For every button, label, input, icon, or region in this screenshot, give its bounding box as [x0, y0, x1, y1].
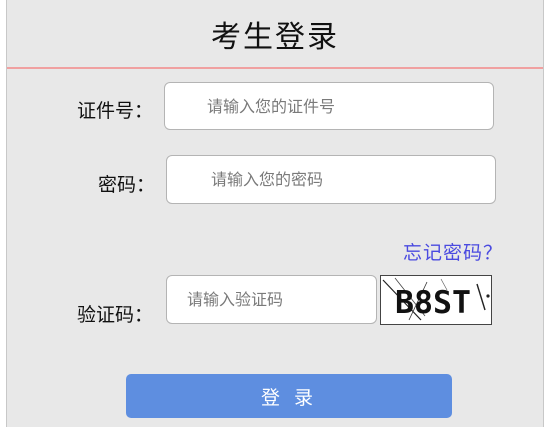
captcha-text: B8ST — [395, 285, 471, 321]
title-divider — [7, 67, 543, 69]
password-label: 密码： — [98, 174, 156, 196]
id-number-label: 证件号： — [77, 100, 154, 122]
captcha-label: 验证码： — [77, 304, 154, 326]
password-input[interactable] — [166, 155, 496, 204]
login-panel: 考生登录 证件号： 密码： 忘记密码？ 验证码： B8ST 登 录 — [6, 0, 544, 427]
forgot-password-link[interactable]: 忘记密码？ — [403, 238, 503, 265]
login-button[interactable]: 登 录 — [126, 374, 452, 418]
captcha-graphic: B8ST — [381, 276, 491, 324]
page-title: 考生登录 — [211, 20, 339, 55]
captcha-image[interactable]: B8ST — [380, 275, 492, 325]
id-number-input[interactable] — [164, 82, 494, 130]
captcha-input[interactable] — [166, 275, 377, 324]
